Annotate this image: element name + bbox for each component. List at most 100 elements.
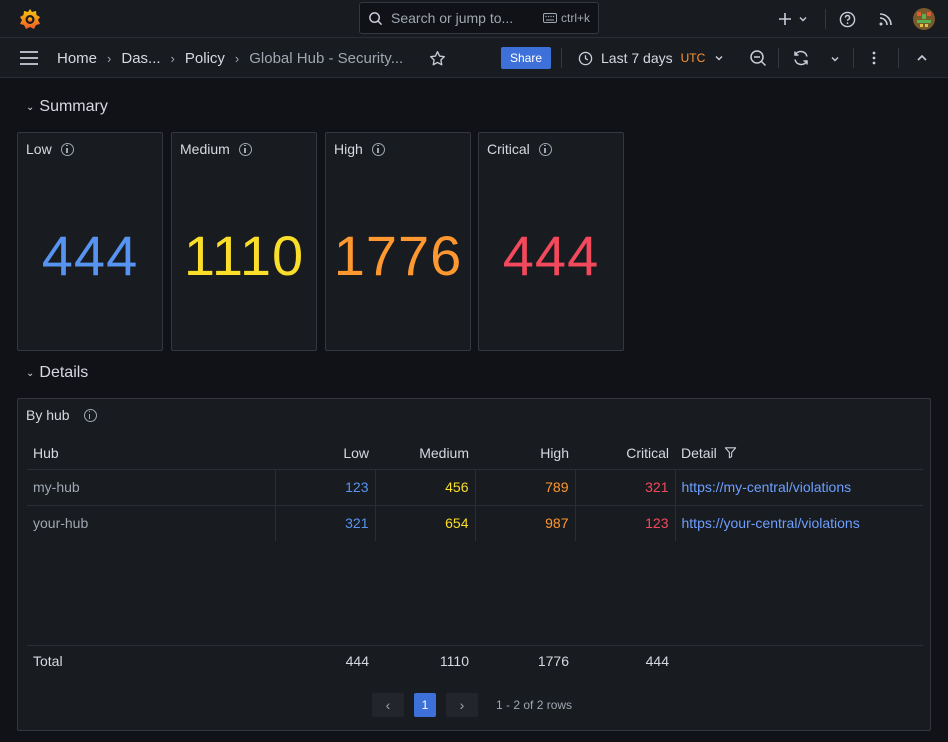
column-header-detail[interactable]: Detail	[675, 437, 923, 470]
stat-value: 444	[41, 224, 139, 287]
user-avatar[interactable]	[913, 0, 935, 38]
cell-high: 987	[475, 505, 576, 541]
divider	[898, 48, 899, 68]
more-options-button[interactable]	[866, 50, 882, 69]
stat-label: Low	[26, 141, 52, 157]
time-range-label: Last 7 days	[601, 50, 673, 66]
stat-panel-medium: Medium 1110	[171, 132, 317, 351]
table-panel-by-hub: By hub Hub Low Medium High Critical Deta…	[17, 398, 931, 731]
kebab-menu-icon	[872, 51, 876, 65]
help-button[interactable]	[839, 0, 856, 38]
refresh-button[interactable]	[792, 49, 810, 70]
panel-title: By hub	[26, 407, 70, 423]
stat-label: Critical	[487, 141, 530, 157]
row-details-title: Details	[39, 364, 89, 381]
add-menu-button[interactable]	[778, 0, 809, 38]
row-details-toggle[interactable]: ⌄ Details	[26, 364, 88, 382]
stat-value: 1776	[333, 224, 463, 287]
row-summary-toggle[interactable]: ⌄ Summary	[26, 98, 108, 116]
footer-total-critical: 444	[645, 653, 669, 669]
timezone-label: UTC	[680, 51, 706, 65]
zoom-out-icon	[750, 50, 767, 67]
keyboard-icon	[542, 13, 557, 23]
time-range-picker[interactable]: Last 7 days UTC	[578, 38, 725, 78]
column-header-critical[interactable]: Critical	[575, 437, 675, 470]
breadcrumb-home[interactable]: Home	[57, 50, 97, 67]
divider	[778, 48, 779, 68]
row-summary-title: Summary	[39, 98, 108, 115]
breadcrumb: Home › Das... › Policy › Global Hub - Se…	[57, 38, 403, 78]
column-header-hub[interactable]: Hub	[27, 437, 275, 470]
chevron-down-icon	[831, 57, 839, 62]
avatar-icon	[913, 8, 935, 30]
zoom-out-button[interactable]	[749, 49, 767, 70]
breadcrumb-separator-icon: ›	[234, 50, 240, 66]
stat-label: High	[334, 141, 363, 157]
next-page-button[interactable]: ›	[446, 693, 478, 717]
pagination: ‹ 1 › 1 - 2 of 2 rows	[372, 693, 572, 717]
footer-total-label: Total	[33, 653, 63, 669]
data-table: Hub Low Medium High Critical Detail my-h…	[27, 437, 923, 541]
collapse-toolbar-button[interactable]	[915, 51, 929, 68]
hamburger-menu-icon	[20, 51, 38, 65]
prev-page-button[interactable]: ‹	[372, 693, 404, 717]
column-header-medium[interactable]: Medium	[375, 437, 475, 470]
cell-hub: your-hub	[27, 505, 276, 541]
chevron-right-icon: ›	[459, 697, 465, 713]
cell-hub: my-hub	[27, 469, 276, 506]
breadcrumb-separator-icon: ›	[107, 50, 112, 66]
search-placeholder: Search or jump to...	[391, 10, 514, 26]
chevron-up-icon	[917, 54, 927, 61]
search-icon	[369, 11, 383, 25]
breadcrumb-policy[interactable]: Policy	[185, 50, 225, 67]
page-button-current[interactable]: 1	[414, 693, 436, 717]
menu-toggle-button[interactable]	[19, 50, 39, 69]
info-icon[interactable]	[60, 142, 74, 156]
info-icon[interactable]	[371, 142, 385, 156]
share-button[interactable]: Share	[501, 47, 551, 69]
breadcrumb-dashboards[interactable]: Das...	[121, 50, 160, 67]
footer-total-high: 1776	[537, 653, 569, 669]
search-shortcut: ctrl+k	[542, 11, 590, 25]
column-header-high[interactable]: High	[475, 437, 575, 470]
table-footer-totals: Total 444 1110 1776 444	[27, 645, 923, 675]
news-button[interactable]	[878, 0, 894, 38]
refresh-icon	[794, 50, 808, 66]
cell-medium: 456	[375, 469, 476, 506]
clock-icon	[578, 51, 593, 65]
stat-label: Medium	[180, 141, 230, 157]
favorite-button[interactable]	[429, 50, 446, 70]
table-row: my-hub 123 456 789 321 https://my-centra…	[27, 469, 923, 506]
info-icon[interactable]	[83, 408, 97, 422]
detail-link[interactable]: https://my-central/violations	[682, 479, 852, 495]
stat-panel-high: High 1776	[325, 132, 471, 351]
dashboard-nav-bar: Home › Das... › Policy › Global Hub - Se…	[0, 38, 948, 78]
cell-critical: 321	[575, 469, 676, 506]
chevron-down-icon	[715, 56, 723, 61]
cell-high: 789	[475, 469, 576, 506]
divider	[561, 48, 562, 68]
table-row: your-hub 321 654 987 123 https://your-ce…	[27, 505, 923, 541]
cell-low: 123	[275, 469, 376, 506]
search-bar[interactable]: Search or jump to... ctrl+k	[359, 2, 599, 34]
column-header-low[interactable]: Low	[275, 437, 375, 470]
stat-value: 1110	[183, 224, 305, 287]
refresh-interval-dropdown[interactable]	[829, 52, 841, 68]
chevron-left-icon: ‹	[385, 697, 391, 713]
help-icon	[839, 11, 856, 27]
cell-medium: 654	[375, 505, 476, 541]
info-icon[interactable]	[238, 142, 252, 156]
star-icon	[430, 51, 445, 66]
stat-panel-critical: Critical 444	[478, 132, 624, 351]
breadcrumb-separator-icon: ›	[170, 50, 175, 66]
breadcrumb-current-dashboard: Global Hub - Security...	[249, 49, 404, 67]
detail-link[interactable]: https://your-central/violations	[682, 515, 860, 531]
plus-icon	[779, 13, 791, 25]
top-bar: Search or jump to... ctrl+k	[0, 0, 948, 38]
pagination-info: 1 - 2 of 2 rows	[496, 698, 573, 712]
info-icon[interactable]	[538, 142, 552, 156]
filter-icon[interactable]	[724, 446, 737, 459]
grafana-logo-icon[interactable]	[18, 7, 42, 31]
footer-total-low: 444	[345, 653, 369, 669]
divider	[853, 48, 854, 68]
